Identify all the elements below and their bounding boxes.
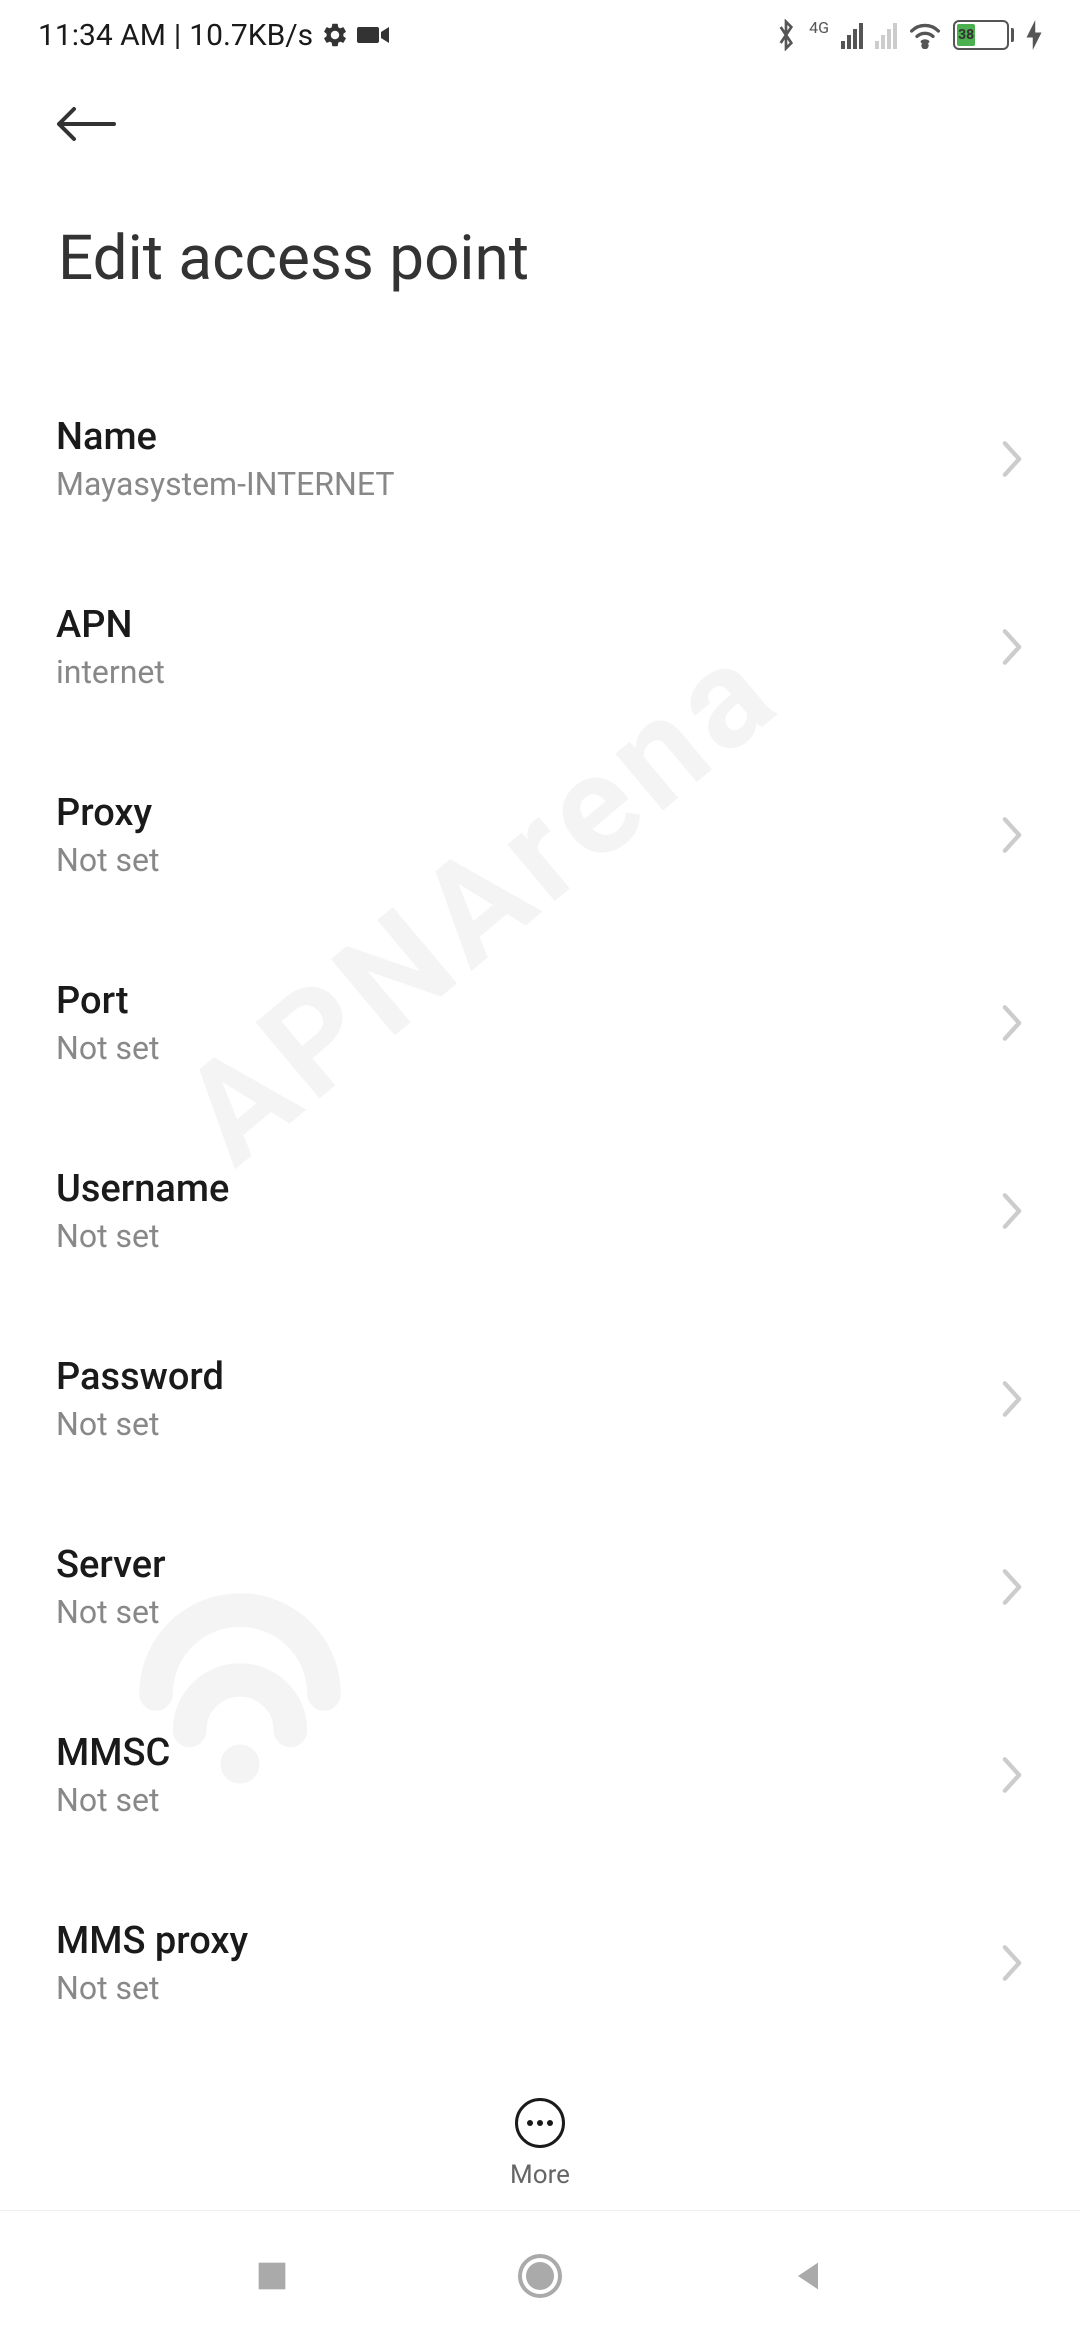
status-data-rate: 10.7KB/s xyxy=(189,18,313,53)
setting-value: Not set xyxy=(56,1217,1000,1255)
setting-label: MMSC xyxy=(56,1731,1000,1775)
chevron-right-icon xyxy=(1000,815,1024,855)
setting-label: APN xyxy=(56,603,1000,647)
status-separator: | xyxy=(174,18,181,53)
chevron-right-icon xyxy=(1000,1755,1024,1795)
signal-bars-sim1 xyxy=(841,21,863,49)
signal-bars-sim2 xyxy=(875,21,897,49)
setting-value: Mayasystem-INTERNET xyxy=(56,465,1000,503)
status-bar: 11:34 AM | 10.7KB/s 4G xyxy=(0,0,1080,70)
setting-label: Name xyxy=(56,415,1000,459)
battery-indicator: 38 xyxy=(953,20,1014,50)
setting-label: Password xyxy=(56,1355,1000,1399)
setting-item-apn[interactable]: APN internet xyxy=(56,573,1024,721)
setting-item-password[interactable]: Password Not set xyxy=(56,1325,1024,1473)
chevron-right-icon xyxy=(1000,1379,1024,1419)
page-title: Edit access point xyxy=(56,222,1024,295)
bluetooth-icon xyxy=(775,19,797,51)
chevron-right-icon xyxy=(1000,1943,1024,1983)
setting-label: Username xyxy=(56,1167,1000,1211)
setting-value: Not set xyxy=(56,1781,1000,1819)
setting-item-username[interactable]: Username Not set xyxy=(56,1137,1024,1285)
camera-icon xyxy=(357,24,389,46)
setting-item-mms-proxy[interactable]: MMS proxy Not set xyxy=(56,1889,1024,2037)
setting-label: Server xyxy=(56,1543,1000,1587)
setting-item-proxy[interactable]: Proxy Not set xyxy=(56,761,1024,909)
setting-label: Proxy xyxy=(56,791,1000,835)
chevron-right-icon xyxy=(1000,1567,1024,1607)
wifi-icon xyxy=(909,21,941,49)
setting-value: internet xyxy=(56,653,1000,691)
setting-value: Not set xyxy=(56,1405,1000,1443)
status-time: 11:34 AM xyxy=(38,18,166,53)
back-button[interactable] xyxy=(56,96,116,152)
gear-icon xyxy=(321,21,349,49)
setting-label: MMS proxy xyxy=(56,1919,1000,1963)
chevron-right-icon xyxy=(1000,439,1024,479)
chevron-right-icon xyxy=(1000,1003,1024,1043)
chevron-right-icon xyxy=(1000,627,1024,667)
nav-home-button[interactable] xyxy=(516,2252,564,2300)
network-type: 4G xyxy=(809,18,829,37)
setting-item-server[interactable]: Server Not set xyxy=(56,1513,1024,1661)
more-icon xyxy=(515,2098,565,2148)
setting-item-name[interactable]: Name Mayasystem-INTERNET xyxy=(56,385,1024,533)
setting-label: Port xyxy=(56,979,1000,1023)
more-button[interactable]: More xyxy=(510,2098,570,2190)
more-label: More xyxy=(510,2160,570,2190)
settings-list: Name Mayasystem-INTERNET APN internet Pr… xyxy=(0,385,1080,2037)
setting-value: Not set xyxy=(56,1593,1000,1631)
nav-back-button[interactable] xyxy=(788,2256,828,2296)
navigation-bar xyxy=(0,2210,1080,2340)
charging-icon xyxy=(1026,20,1042,50)
setting-item-port[interactable]: Port Not set xyxy=(56,949,1024,1097)
setting-value: Not set xyxy=(56,1969,1000,2007)
nav-recent-button[interactable] xyxy=(252,2256,292,2296)
setting-item-mmsc[interactable]: MMSC Not set xyxy=(56,1701,1024,1849)
setting-value: Not set xyxy=(56,841,1000,879)
chevron-right-icon xyxy=(1000,1191,1024,1231)
setting-value: Not set xyxy=(56,1029,1000,1067)
